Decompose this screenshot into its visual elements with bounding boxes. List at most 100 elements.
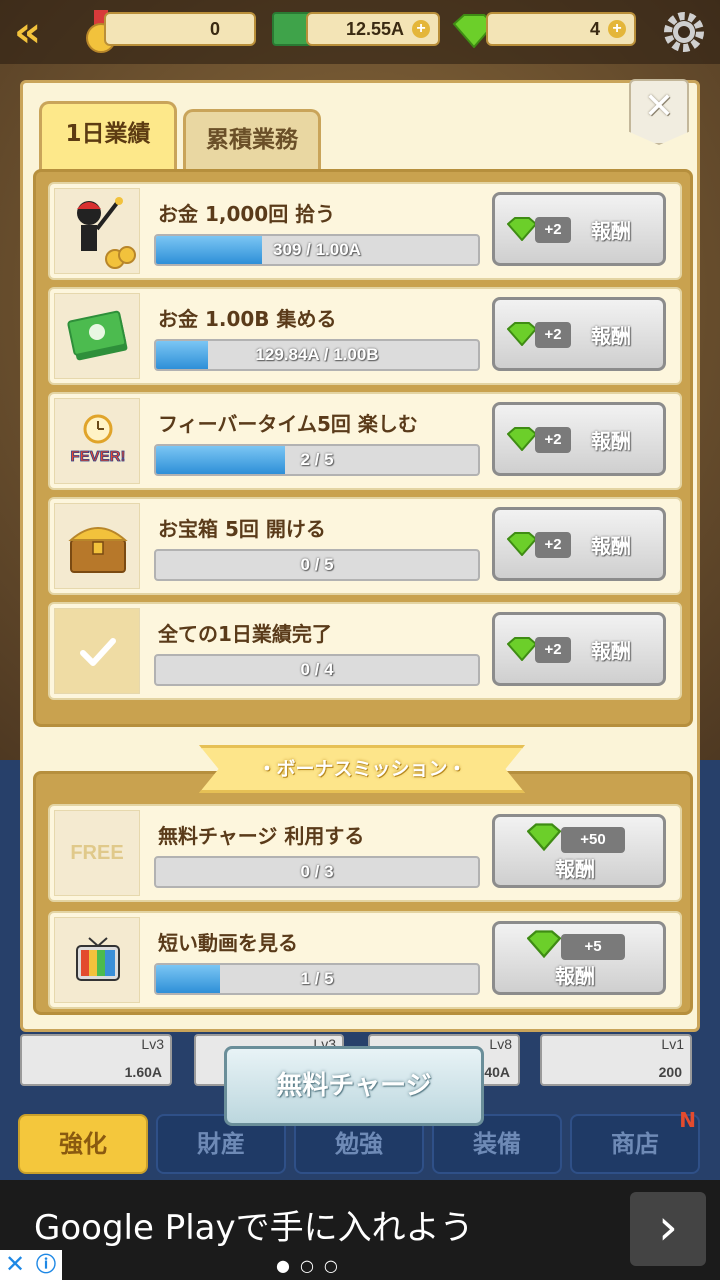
mission-title: お金 1,000回 拾う [158,202,336,226]
money-counter[interactable]: 12.55A + [306,12,440,46]
reward-amount: +2 [535,637,571,663]
free-charge-button[interactable]: 無料チャージ [224,1046,484,1126]
mission-progress-bar: 309 / 1.00A [154,234,480,266]
reward-button[interactable]: +2 報酬 [492,192,666,266]
fever-label: FEVER! [70,448,125,465]
reward-amount: +2 [535,217,571,243]
mission-progress-bar: 0 / 3 [154,856,480,888]
checkmark-icon [80,638,116,666]
gem-icon [507,427,537,451]
reward-label: 報酬 [591,534,631,558]
mission-title: 短い動画を見る [158,931,298,955]
reward-label: 報酬 [555,857,595,881]
cash-stack-icon [67,310,128,361]
reward-label: 報酬 [591,219,631,243]
gem-counter[interactable]: 4 + [486,12,636,46]
progress-text: 0 / 5 [300,555,334,574]
ad-pagination-dots: ●○○ [276,1256,348,1275]
treasure-chest-icon [68,527,128,573]
add-gem-icon[interactable]: + [608,20,626,38]
daily-missions-panel: お金 1,000回 拾う 309 / 1.00A +2 報酬 お金 1.00B … [33,169,693,727]
gem-icon [527,823,561,851]
reward-button[interactable]: +2 報酬 [492,297,666,371]
reward-button[interactable]: +2 報酬 [492,507,666,581]
mission-title: お金 1.00B 集める [158,307,337,331]
reward-amount: +2 [535,322,571,348]
nav-shop-label: 商店 [611,1130,659,1158]
tab-cumulative[interactable]: 累積業務 [183,109,321,171]
mission-thumbnail [54,188,140,274]
tab-daily[interactable]: 1日業績 [39,101,177,171]
upgrade-card[interactable]: Lv1 200 [540,1034,692,1086]
mission-progress-bar: 0 / 4 [154,654,480,686]
stickman-coin-icon [77,197,136,269]
reward-amount: +2 [535,532,571,558]
bonus-mission-row: FREE 無料チャージ 利用する 0 / 3 +50 報酬 [48,804,682,902]
chevron-right-icon[interactable]: › [630,1192,706,1266]
close-icon: ✕ [643,86,675,127]
reward-button[interactable]: +2 報酬 [492,402,666,476]
ad-banner[interactable]: Google Playで手に入れよう › ●○○ [0,1180,720,1280]
reward-label: 報酬 [591,429,631,453]
mission-progress-bar: 2 / 5 [154,444,480,476]
close-icon[interactable]: ✕ [0,1250,30,1280]
close-button[interactable]: ✕ [629,79,689,145]
reward-label: 報酬 [591,324,631,348]
add-money-icon[interactable]: + [412,20,430,38]
nav-shop[interactable]: 商店 N [570,1110,700,1174]
card-level: Lv1 [661,1036,684,1052]
card-cost: 40A [484,1064,510,1080]
progress-text: 0 / 3 [300,862,334,881]
money-amount: 12.55A [345,19,404,39]
reward-button[interactable]: +5 報酬 [492,921,666,995]
gem-icon [507,532,537,556]
medal-counter: 0 [104,12,256,46]
mission-title: 無料チャージ 利用する [158,824,365,848]
ad-text: Google Playで手に入れよう [34,1208,474,1248]
top-bar: « 0 12.55A + 4 + [0,0,720,64]
reward-amount: +50 [561,827,625,853]
progress-text: 2 / 5 [300,450,334,469]
card-cost: 1.60A [124,1064,162,1080]
mission-progress-bar: 0 / 5 [154,549,480,581]
medal-count: 0 [209,19,220,39]
mission-thumbnail [54,293,140,379]
gem-icon [507,637,537,661]
bonus-missions-panel: FREE 無料チャージ 利用する 0 / 3 +50 報酬 短い動画を見る 1 … [33,771,693,1015]
gear-icon[interactable] [660,8,708,56]
mission-title: 全ての1日業績完了 [158,622,332,646]
progress-text: 1 / 5 [300,969,334,988]
gem-icon [527,930,561,958]
nav-upgrade[interactable]: 強化 [18,1114,148,1174]
mission-thumbnail [54,608,140,694]
card-cost: 200 [658,1064,682,1080]
reward-amount: +2 [535,427,571,453]
mission-progress-bar: 129.84A / 1.00B [154,339,480,371]
back-icon[interactable]: « [14,10,64,54]
mission-thumbnail: FREE [54,810,140,896]
reward-button[interactable]: +2 報酬 [492,612,666,686]
info-icon[interactable]: ⓘ [30,1250,62,1280]
progress-text: 309 / 1.00A [273,240,361,259]
reward-amount: +5 [561,934,625,960]
progress-text: 129.84A / 1.00B [255,345,379,364]
achievements-modal: 1日業績 累積業務 ✕ お金 1,000回 拾う 309 / 1.00A +2 … [20,79,700,1032]
fever-clock-icon: FEVER! [70,414,126,465]
bonus-mission-row: 短い動画を見る 1 / 5 +5 報酬 [48,911,682,1009]
mission-title: フィーバータイム5回 楽しむ [158,412,418,436]
tv-icon [76,937,120,981]
mission-thumbnail [54,503,140,589]
card-level: Lv3 [141,1036,164,1052]
reward-button[interactable]: +50 報酬 [492,814,666,888]
upgrade-card[interactable]: Lv3 1.60A [20,1034,172,1086]
free-label: FREE [70,842,124,864]
mission-row: お金 1,000回 拾う 309 / 1.00A +2 報酬 [48,182,682,280]
reward-label: 報酬 [555,964,595,988]
mission-progress-bar: 1 / 5 [154,963,480,995]
mission-row: お金 1.00B 集める 129.84A / 1.00B +2 報酬 [48,287,682,385]
new-badge: N [679,1108,696,1132]
mission-row: 全ての1日業績完了 0 / 4 +2 報酬 [48,602,682,700]
gem-icon [507,217,537,241]
mission-thumbnail [54,917,140,1003]
gem-icon [507,322,537,346]
